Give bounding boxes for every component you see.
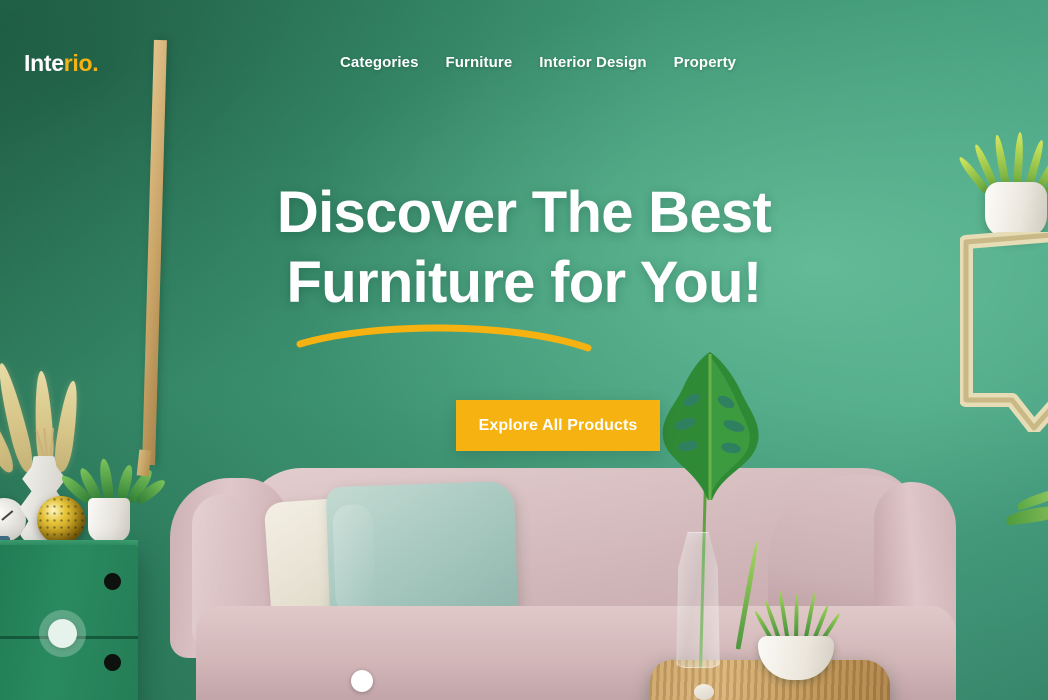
hero-heading: Discover The Best Furniture for You! [0, 178, 1048, 318]
decor-pebble [694, 684, 714, 700]
grass-tuft-icon [753, 588, 842, 644]
dresser-knob-lower [104, 654, 121, 671]
site-header: Interio. Categories Furniture Interior D… [0, 0, 1048, 104]
hero-content: Discover The Best Furniture for You! [0, 178, 1048, 352]
hero-underline-swoosh [294, 318, 594, 352]
hero-stage: Interio. Categories Furniture Interior D… [0, 0, 1048, 700]
nav-item-property[interactable]: Property [674, 54, 737, 71]
nav-item-categories[interactable]: Categories [340, 54, 419, 71]
hero-heading-line-1: Discover The Best [276, 180, 772, 245]
logo-accent-text: rio. [63, 50, 99, 76]
logo-primary-text: Inte [24, 50, 64, 76]
main-navigation: Categories Furniture Interior Design Pro… [340, 54, 736, 71]
dresser-hotspot[interactable] [39, 610, 86, 657]
hero-heading-line-2: Furniture for You! [286, 250, 763, 315]
sofa-hotspot[interactable] [351, 670, 373, 692]
nav-item-interior-design[interactable]: Interior Design [539, 54, 646, 71]
dresser-knob-upper [104, 573, 121, 590]
nav-item-furniture[interactable]: Furniture [446, 54, 513, 71]
explore-all-products-button[interactable]: Explore All Products [456, 400, 660, 451]
site-logo[interactable]: Interio. [24, 50, 99, 76]
white-plant-pot-icon [88, 498, 130, 542]
